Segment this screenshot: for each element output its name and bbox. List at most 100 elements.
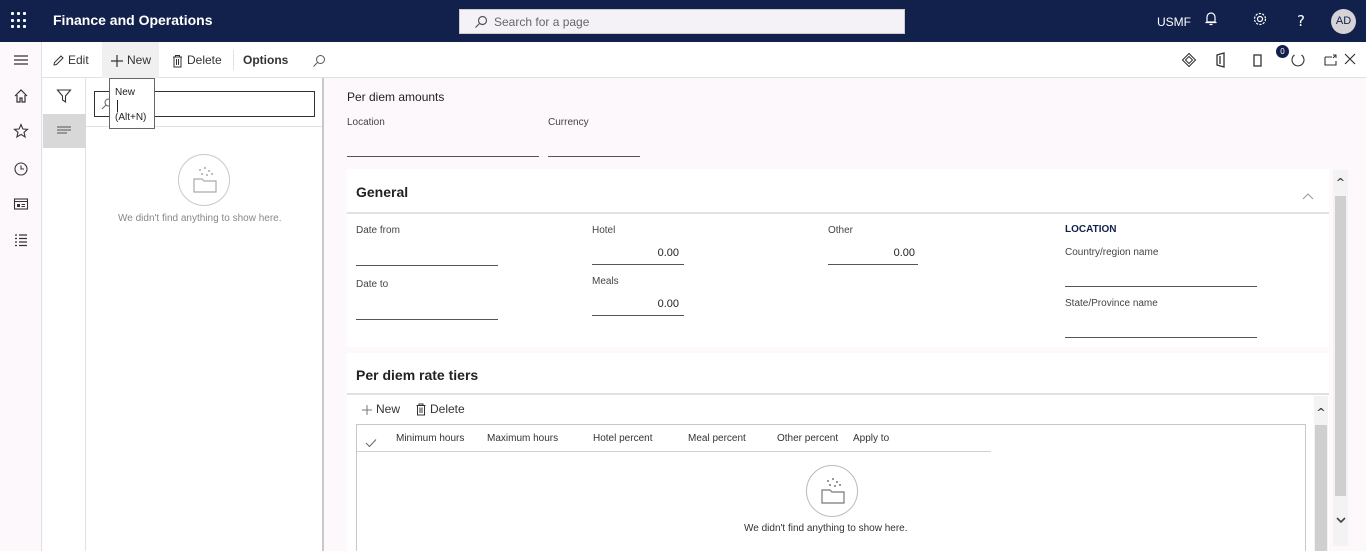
page-scroll-thumb[interactable] bbox=[1335, 196, 1346, 496]
location-group-title: LOCATION bbox=[1065, 224, 1117, 235]
state-province-underline bbox=[1065, 337, 1257, 338]
new-button-tooltip: New (Alt+N) bbox=[109, 78, 155, 129]
tiers-delete-label: Delete bbox=[430, 402, 465, 416]
action-search-button[interactable] bbox=[312, 42, 329, 78]
edit-button[interactable]: Edit bbox=[52, 42, 89, 78]
action-divider bbox=[233, 50, 234, 70]
tiers-new-label: New bbox=[376, 402, 401, 416]
recent-clock-icon[interactable] bbox=[11, 161, 31, 181]
app-title[interactable]: Finance and Operations bbox=[53, 12, 212, 28]
modules-list-icon[interactable] bbox=[11, 232, 31, 252]
column-maximum-hours[interactable]: Maximum hours bbox=[487, 433, 558, 444]
rate-tiers-title[interactable]: Per diem rate tiers bbox=[356, 367, 478, 383]
hotel-label: Hotel bbox=[592, 225, 616, 236]
hamburger-menu-icon[interactable] bbox=[11, 52, 31, 72]
top-navigation-bar: Finance and Operations Search for a page… bbox=[0, 0, 1366, 42]
record-list-pane: We didn't find anything to show here. bbox=[86, 78, 324, 551]
trash-icon bbox=[173, 54, 182, 68]
general-separator bbox=[347, 212, 1329, 214]
column-minimum-hours[interactable]: Minimum hours bbox=[396, 433, 464, 444]
search-icon bbox=[313, 54, 325, 67]
gear-icon[interactable] bbox=[1250, 11, 1270, 31]
meals-label: Meals bbox=[592, 276, 619, 287]
list-view-toggle[interactable] bbox=[43, 114, 86, 148]
date-to-underline bbox=[356, 319, 498, 320]
other-underline bbox=[828, 264, 918, 265]
date-from-label: Date from bbox=[356, 225, 400, 236]
other-label: Other bbox=[828, 225, 854, 236]
company-picker[interactable]: USMF bbox=[1157, 15, 1191, 29]
action-pane: Edit New Delete Options 0 bbox=[42, 42, 1366, 78]
other-field[interactable]: 0.00 bbox=[828, 247, 915, 259]
refresh-icon[interactable] bbox=[1290, 52, 1306, 68]
plus-icon bbox=[111, 54, 123, 67]
collapse-chevron-up-icon[interactable] bbox=[1302, 185, 1314, 204]
date-to-label: Date to bbox=[356, 279, 389, 290]
edit-label: Edit bbox=[68, 53, 89, 67]
help-icon[interactable]: ? bbox=[1291, 11, 1311, 31]
country-region-label: Country/region name bbox=[1065, 247, 1159, 258]
page-scroll-down-icon[interactable] bbox=[1333, 514, 1348, 527]
list-empty-message: We didn't find anything to show here. bbox=[118, 213, 282, 224]
column-meal-percent[interactable]: Meal percent bbox=[688, 433, 746, 444]
power-apps-icon[interactable] bbox=[1181, 52, 1197, 68]
meals-underline bbox=[592, 315, 684, 316]
hotel-field[interactable]: 0.00 bbox=[592, 247, 679, 259]
hotel-underline bbox=[592, 264, 684, 265]
column-hotel-percent[interactable]: Hotel percent bbox=[593, 433, 652, 444]
user-avatar[interactable]: AD bbox=[1331, 9, 1356, 34]
close-icon[interactable] bbox=[1342, 52, 1358, 68]
select-all-checkmark-icon[interactable] bbox=[365, 433, 377, 452]
grid-empty-message: We didn't find anything to show here. bbox=[744, 523, 908, 534]
tooltip-shortcut: (Alt+N) bbox=[115, 112, 147, 123]
general-fasttab: General Date from Date to Hotel 0.00 Mea… bbox=[347, 169, 1329, 347]
list-filter-rail bbox=[43, 78, 86, 551]
delete-button[interactable]: Delete bbox=[171, 42, 222, 78]
workspaces-icon[interactable] bbox=[11, 196, 31, 216]
attachments-icon[interactable] bbox=[1250, 52, 1266, 68]
open-in-new-window-icon[interactable] bbox=[1323, 52, 1339, 68]
state-province-label: State/Province name bbox=[1065, 298, 1158, 309]
search-icon bbox=[475, 15, 488, 28]
plus-icon bbox=[362, 404, 372, 415]
grid-header-divider bbox=[357, 451, 991, 452]
attachments-count-badge: 0 bbox=[1276, 45, 1289, 58]
tiers-new-button[interactable]: New bbox=[361, 391, 400, 427]
currency-label: Currency bbox=[548, 117, 589, 128]
page-title: Per diem amounts bbox=[347, 90, 445, 104]
home-icon[interactable] bbox=[11, 88, 31, 108]
column-other-percent[interactable]: Other percent bbox=[777, 433, 838, 444]
navigation-rail bbox=[0, 42, 42, 551]
grid-scrollbar[interactable]: ^ bbox=[1314, 396, 1328, 551]
empty-folder-icon bbox=[806, 465, 858, 517]
new-button[interactable]: New bbox=[102, 42, 160, 78]
page-search-input[interactable]: Search for a page bbox=[459, 9, 905, 34]
text-caret bbox=[117, 100, 118, 112]
location-field-underline bbox=[347, 156, 539, 157]
list-lines-icon bbox=[57, 126, 71, 134]
filter-funnel-icon[interactable] bbox=[56, 88, 72, 108]
tiers-delete-button[interactable]: Delete bbox=[415, 391, 465, 427]
grid-scroll-thumb[interactable] bbox=[1315, 425, 1327, 551]
app-launcher-icon[interactable] bbox=[11, 12, 29, 30]
new-label: New bbox=[127, 53, 152, 67]
currency-field-underline bbox=[548, 156, 640, 157]
page-scrollbar[interactable]: ^ bbox=[1333, 170, 1348, 546]
bell-icon[interactable] bbox=[1201, 11, 1221, 31]
page-scroll-up-icon[interactable]: ^ bbox=[1333, 176, 1348, 189]
rate-tiers-grid: Minimum hours Maximum hours Hotel percen… bbox=[356, 424, 1306, 551]
pencil-icon bbox=[53, 55, 64, 66]
office-icon[interactable] bbox=[1213, 52, 1229, 68]
date-from-underline bbox=[356, 265, 498, 266]
meals-field[interactable]: 0.00 bbox=[592, 298, 679, 310]
empty-folder-icon bbox=[178, 154, 230, 206]
delete-label: Delete bbox=[187, 53, 222, 67]
tooltip-title: New bbox=[115, 87, 136, 98]
grid-scroll-up-icon[interactable]: ^ bbox=[1314, 406, 1328, 419]
search-placeholder: Search for a page bbox=[494, 15, 590, 29]
column-apply-to[interactable]: Apply to bbox=[853, 433, 889, 444]
favorites-star-icon[interactable] bbox=[11, 123, 31, 143]
options-tab[interactable]: Options bbox=[243, 42, 288, 78]
general-title[interactable]: General bbox=[356, 184, 408, 200]
rate-tiers-separator bbox=[347, 393, 1329, 395]
